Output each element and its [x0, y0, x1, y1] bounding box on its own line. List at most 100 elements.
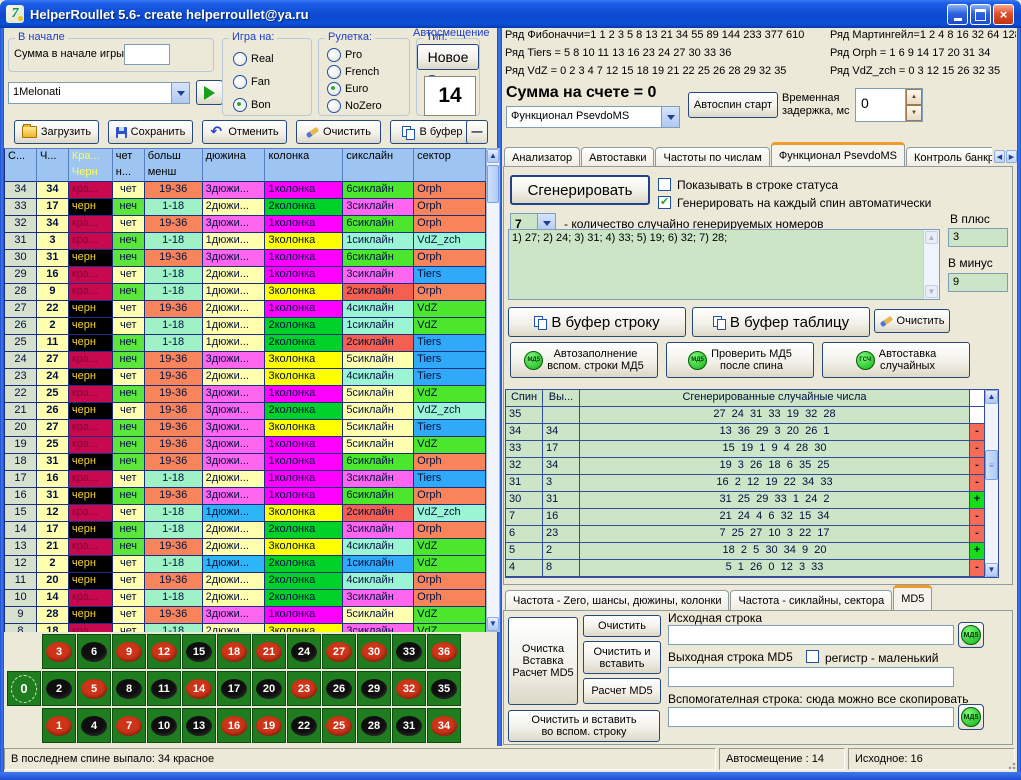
table-row[interactable]: 25 11 черн неч 1-18 1дюжи... 2колонка 2с…	[5, 335, 486, 352]
col-generated[interactable]: Сгенерированные случайные числа	[580, 390, 970, 407]
radio-icon[interactable]	[233, 52, 247, 66]
md5-helper-button[interactable]: МД5Автозаполнениевспом. строки МД5	[510, 342, 658, 378]
table-row[interactable]: 13 21 кра... неч 19-36 2дюжи... 3колонка…	[5, 539, 486, 556]
tabs-scroll-right-icon[interactable]: ▶	[1006, 150, 1017, 163]
tab[interactable]: Контроль банкро	[906, 147, 992, 167]
board-number-cell[interactable]: 35	[427, 671, 461, 706]
toolbar-button[interactable]: В буфер	[390, 120, 475, 144]
board-number-cell[interactable]: 17	[217, 671, 251, 706]
table-row[interactable]: 34 34 кра... чет 19-36 3дюжи... 1колонка…	[5, 182, 486, 199]
col-black[interactable]: Черн	[69, 165, 113, 182]
generated-numbers-textarea[interactable]: 1) 27; 2) 24; 3) 31; 4) 33; 5) 19; 6) 32…	[508, 229, 940, 300]
table-row[interactable]: 31 3 16 2 12 19 22 34 33 -	[506, 475, 998, 492]
board-number-cell[interactable]: 6	[77, 634, 111, 669]
tab[interactable]: Анализатор	[504, 147, 580, 167]
table-row[interactable]: 27 22 черн чет 19-36 2дюжи... 1колонка 4…	[5, 301, 486, 318]
textarea-scrollbar[interactable]: ▲ ▼	[923, 230, 939, 299]
board-number-cell[interactable]: 34	[427, 708, 461, 743]
table-row[interactable]: 4 8 5 1 26 0 12 3 33 -	[506, 560, 998, 577]
radio-option[interactable]: Euro	[327, 81, 382, 96]
delay-stepper[interactable]: 0 ▲ ▼	[855, 88, 923, 122]
md5-calc-source-button[interactable]: МД5	[958, 622, 984, 648]
board-number-cell[interactable]: 16	[217, 708, 251, 743]
scrollbar-thumb[interactable]	[487, 165, 499, 203]
table-row[interactable]: 12 2 черн чет 1-18 1дюжи... 2колонка 1си…	[5, 556, 486, 573]
table-row[interactable]: 34 34 13 36 29 3 20 26 1 -	[506, 424, 998, 441]
board-number-cell[interactable]: 27	[322, 634, 356, 669]
output-string-input[interactable]	[668, 667, 954, 687]
col-sixline[interactable]: сикслайн	[343, 149, 414, 165]
col-sector[interactable]: сектор	[414, 149, 486, 165]
radio-option[interactable]: Real	[233, 51, 274, 66]
board-number-cell[interactable]: 18	[217, 634, 251, 669]
scroll-up-icon[interactable]: ▲	[925, 231, 938, 244]
tabs-scroll-left-icon[interactable]: ◀	[994, 150, 1005, 163]
scroll-down-icon[interactable]: ▼	[487, 617, 499, 631]
board-number-cell[interactable]: 30	[357, 634, 391, 669]
table-row[interactable]: 15 12 кра... чет 1-18 1дюжи... 3колонка …	[5, 505, 486, 522]
spin-table-scrollbar[interactable]: ▲ ≡ ▼	[984, 390, 998, 577]
table-row[interactable]: 7 16 21 24 4 6 32 15 34 -	[506, 509, 998, 526]
board-number-cell[interactable]: 10	[147, 708, 181, 743]
radio-icon[interactable]	[327, 65, 341, 79]
show-in-status-label[interactable]: Показывать в строке статуса	[677, 178, 838, 192]
board-number-cell[interactable]: 8	[112, 671, 146, 706]
table-row[interactable]: 18 31 черн неч 19-36 3дюжи... 1колонка 6…	[5, 454, 486, 471]
table-row[interactable]: 31 3 кра... неч 1-18 1дюжи... 3колонка 1…	[5, 233, 486, 250]
board-number-cell[interactable]: 26	[322, 671, 356, 706]
tab[interactable]: Функционал PsevdoMS	[771, 142, 905, 167]
table-row[interactable]: 21 26 черн чет 19-36 3дюжи... 2колонка 5…	[5, 403, 486, 420]
md5-clear-paste-calc-button[interactable]: ОчисткаВставкаРасчет MD5	[508, 617, 578, 705]
table-row[interactable]: 10 14 кра... чет 1-18 2дюжи... 2колонка …	[5, 590, 486, 607]
col-result[interactable]: Вы...	[543, 390, 580, 407]
table-row[interactable]: 23 24 черн чет 19-36 2дюжи... 3колонка 4…	[5, 369, 486, 386]
tab[interactable]: MD5	[893, 585, 932, 610]
lowercase-checkbox[interactable]	[806, 650, 819, 663]
table-row[interactable]: 22 25 кра... неч 19-36 3дюжи... 1колонка…	[5, 386, 486, 403]
radio-option[interactable]: Bon	[233, 97, 274, 112]
radio-icon[interactable]	[233, 75, 247, 89]
toolbar-button[interactable]: Очистить	[296, 120, 381, 144]
table-row[interactable]: 33 17 черн неч 1-18 2дюжи... 2колонка 3с…	[5, 199, 486, 216]
scroll-up-icon[interactable]: ▲	[487, 149, 499, 163]
board-number-cell[interactable]: 32	[392, 671, 426, 706]
md5-helper-button[interactable]: МД5Проверить МД5после спина	[666, 342, 814, 378]
board-number-cell[interactable]: 29	[357, 671, 391, 706]
radio-option[interactable]: Fan	[233, 74, 274, 89]
col-dozen[interactable]: дюжина	[203, 149, 266, 165]
table-row[interactable]: 32 34 кра... чет 19-36 3дюжи... 1колонка…	[5, 216, 486, 233]
show-in-status-checkbox[interactable]	[658, 178, 671, 191]
col-even[interactable]: чет	[113, 149, 145, 165]
toolbar-button[interactable]: Загрузить	[14, 120, 99, 144]
table-row[interactable]: 11 20 черн чет 19-36 2дюжи... 2колонка 4…	[5, 573, 486, 590]
start-sum-input[interactable]	[124, 44, 170, 65]
board-number-cell[interactable]: 7	[112, 708, 146, 743]
radio-icon[interactable]	[327, 82, 341, 96]
board-number-cell[interactable]: 33	[392, 634, 426, 669]
table-row[interactable]: 29 16 кра... чет 1-18 2дюжи... 1колонка …	[5, 267, 486, 284]
board-number-cell[interactable]: 20	[252, 671, 286, 706]
md5-clear-paste-aux-button[interactable]: Очистить и вставитьво вспом. строку	[508, 710, 660, 742]
col-column[interactable]: колонка	[265, 149, 343, 165]
md5-calc-button[interactable]: Расчет MD5	[583, 678, 661, 704]
autospin-start-button[interactable]: Автоспин старт	[688, 92, 778, 118]
minimize-button[interactable]	[947, 4, 968, 25]
board-number-cell[interactable]: 23	[287, 671, 321, 706]
radio-option[interactable]: NoZero	[327, 98, 382, 113]
board-number-cell[interactable]: 15	[182, 634, 216, 669]
board-number-cell[interactable]: 36	[427, 634, 461, 669]
board-number-cell[interactable]: 19	[252, 708, 286, 743]
lowercase-label[interactable]: регистр - маленький	[825, 651, 938, 665]
board-number-cell[interactable]: 31	[392, 708, 426, 743]
radio-icon[interactable]	[327, 48, 341, 62]
function-combobox[interactable]: Функционал PsevdoMS	[506, 106, 680, 128]
chevron-down-icon[interactable]	[661, 107, 679, 127]
board-number-cell[interactable]: 25	[322, 708, 356, 743]
table-row[interactable]: 30 31 31 25 29 33 1 24 2 +	[506, 492, 998, 509]
tab[interactable]: Автоставки	[581, 147, 654, 167]
table-row[interactable]: 20 27 кра... неч 19-36 3дюжи... 3колонка…	[5, 420, 486, 437]
table-row[interactable]: 30 31 черн неч 19-36 3дюжи... 1колонка 6…	[5, 250, 486, 267]
generate-each-spin-label[interactable]: Генерировать на каждый спин автоматическ…	[677, 196, 931, 210]
board-number-cell[interactable]: 3	[42, 634, 76, 669]
board-number-cell[interactable]: 5	[77, 671, 111, 706]
